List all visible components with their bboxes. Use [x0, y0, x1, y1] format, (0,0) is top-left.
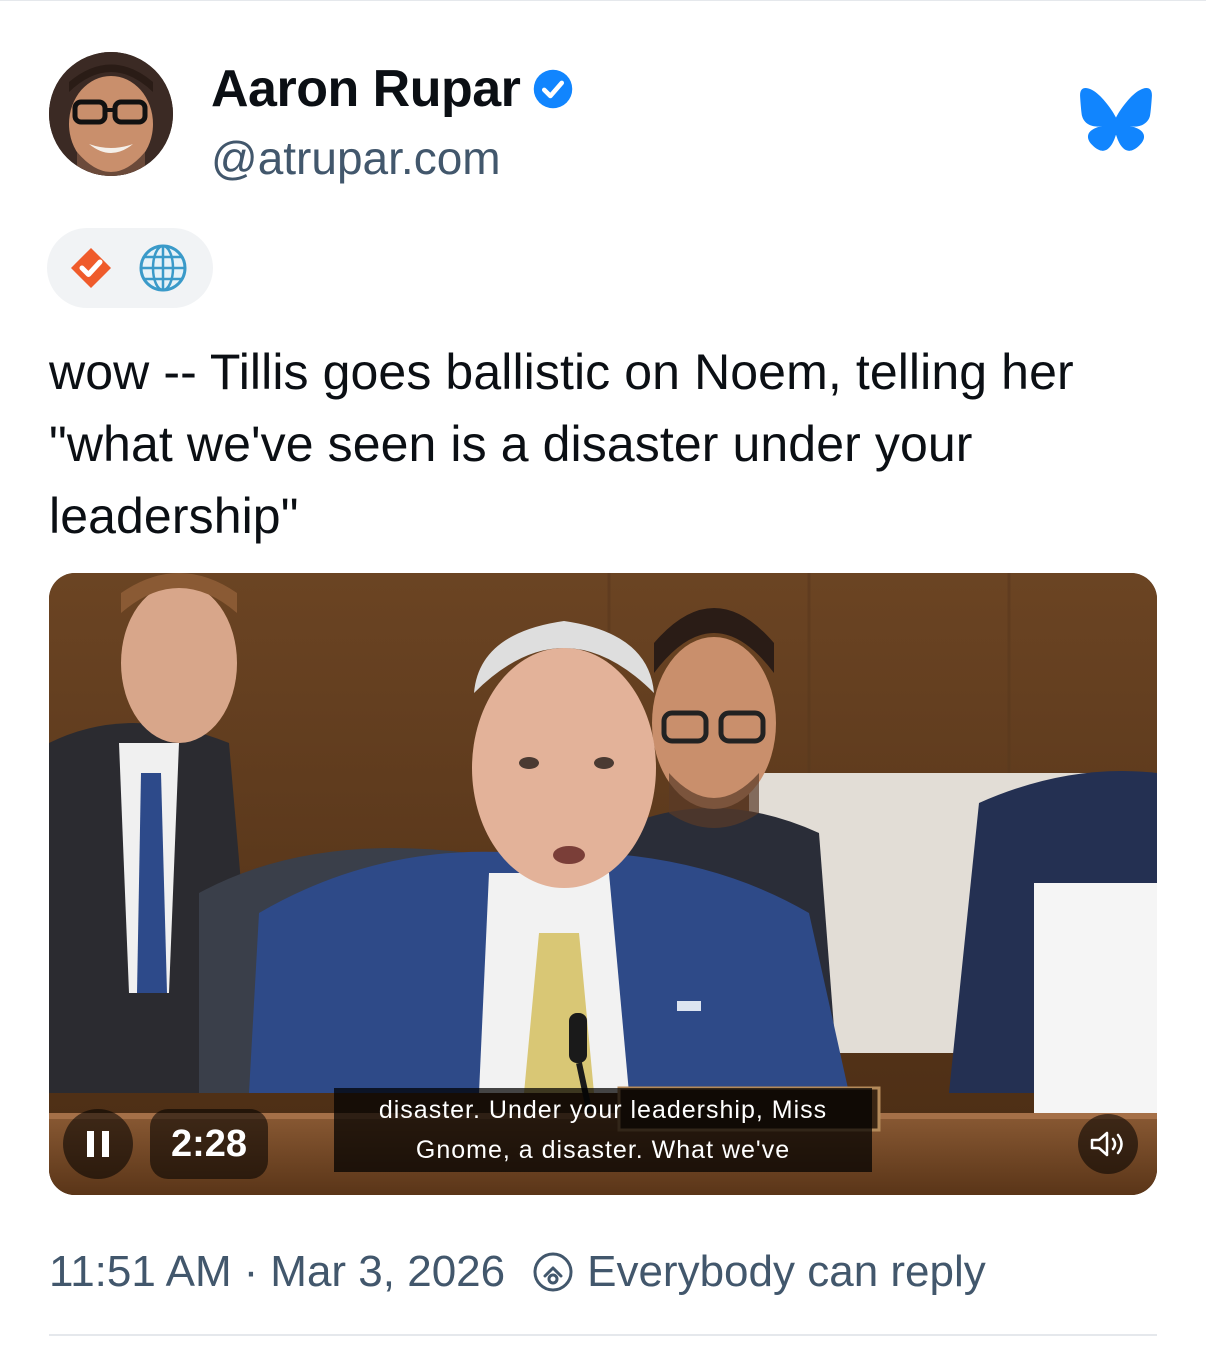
top-divider [0, 0, 1206, 1]
video-player[interactable]: disaster. Under your leadership, Miss Gn… [49, 573, 1157, 1195]
volume-button[interactable] [1078, 1114, 1138, 1174]
pause-icon [87, 1131, 109, 1157]
speaker-icon [1090, 1131, 1123, 1157]
meta-separator: · [243, 1247, 259, 1296]
video-caption: disaster. Under your leadership, Miss Gn… [334, 1088, 872, 1172]
caption-line-1: disaster. Under your leadership, Miss [378, 1096, 828, 1124]
author-display-name[interactable]: Aaron Rupar [211, 58, 521, 120]
profile-badges[interactable] [47, 228, 213, 308]
reply-setting[interactable]: Everybody can reply [587, 1242, 986, 1302]
verified-badge-icon[interactable] [532, 68, 574, 110]
author-handle[interactable]: @atrupar.com [211, 130, 501, 186]
caption-line-2: Gnome, a disaster. What we've [415, 1136, 791, 1164]
post-date[interactable]: Mar 3, 2026 [270, 1242, 505, 1302]
author-name-row: Aaron Rupar [211, 58, 574, 120]
reply-settings-icon [533, 1252, 573, 1292]
post-time[interactable]: 11:51 AM [49, 1242, 232, 1302]
bottom-divider [49, 1334, 1157, 1336]
butterfly-icon[interactable] [1080, 88, 1152, 152]
avatar[interactable] [49, 52, 173, 176]
post-meta: 11:51 AM · Mar 3, 2026 Everybody can rep… [49, 1242, 986, 1302]
globe-icon [139, 244, 187, 292]
video-time: 2:28 [150, 1109, 268, 1179]
verifier-check-icon [71, 248, 111, 288]
post-text: wow -- Tillis goes ballistic on Noem, te… [49, 344, 1074, 544]
pause-button[interactable] [63, 1109, 133, 1179]
